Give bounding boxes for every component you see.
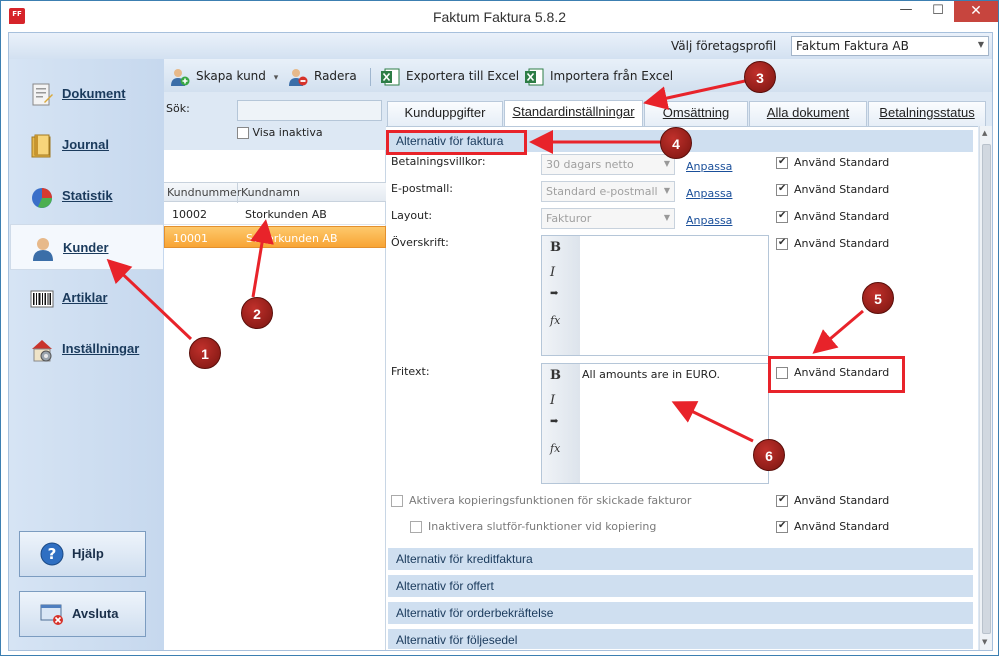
app-window: FF Faktum Faktura 5.8.2 — ☐ ✕ Välj föret… bbox=[0, 0, 999, 656]
arrow-6 bbox=[671, 401, 754, 443]
annotation-badge: 1 bbox=[189, 337, 221, 369]
arrow-1 bbox=[106, 258, 193, 341]
arrow-3 bbox=[643, 79, 746, 110]
arrow-2 bbox=[250, 219, 274, 298]
annotation-badge: 2 bbox=[241, 297, 273, 329]
annotation-badge: 4 bbox=[660, 127, 692, 159]
annotation-badge: 3 bbox=[744, 61, 776, 93]
arrow-5 bbox=[812, 309, 864, 354]
annotation-badge: 5 bbox=[862, 282, 894, 314]
annotation-arrows bbox=[106, 79, 864, 443]
annotation-badge: 6 bbox=[753, 439, 785, 471]
